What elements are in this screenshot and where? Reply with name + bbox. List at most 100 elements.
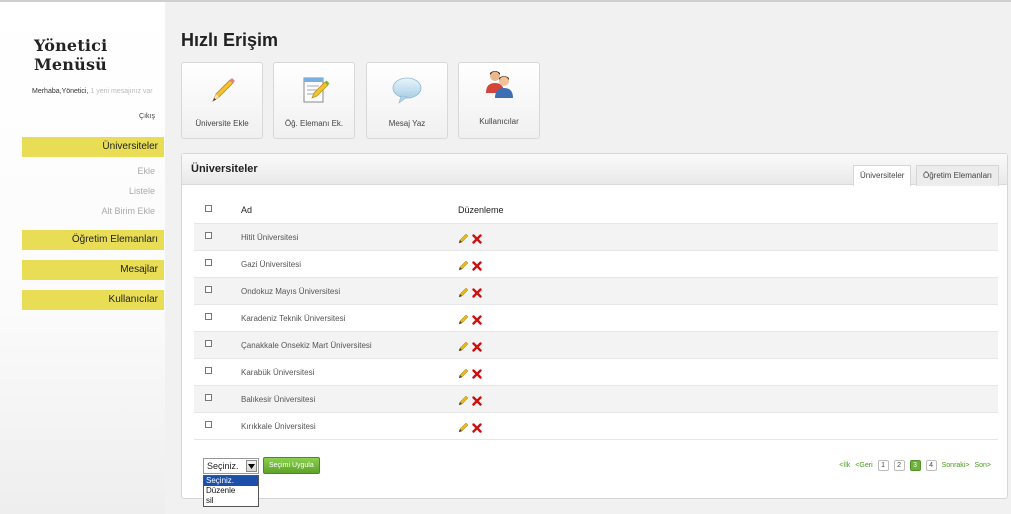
table-row: Karabük Üniversitesi bbox=[194, 359, 998, 386]
edit-icon[interactable] bbox=[458, 231, 469, 249]
edit-icon[interactable] bbox=[458, 366, 469, 384]
university-name: Karadeniz Teknik Üniversitesi bbox=[241, 314, 346, 323]
row-actions bbox=[458, 231, 482, 249]
add-instructor-label: Öğ. Elemanı Ek. bbox=[284, 119, 344, 128]
chevron-down-icon[interactable] bbox=[246, 460, 257, 472]
delete-icon[interactable] bbox=[472, 366, 482, 384]
submenu-add-subunit[interactable]: Alt Birim Ekle bbox=[101, 206, 155, 216]
row-checkbox[interactable] bbox=[205, 367, 212, 374]
edit-icon[interactable] bbox=[458, 420, 469, 438]
welcome-message-count[interactable]: 1 yeni mesajınız var bbox=[90, 88, 152, 95]
universities-table: Ad Düzenleme Hitit Üniversitesi Gazi Üniv… bbox=[194, 197, 998, 440]
users-icon bbox=[459, 67, 539, 101]
university-name: Ondokuz Mayıs Üniversitesi bbox=[241, 287, 341, 296]
page-4[interactable]: 4 bbox=[925, 460, 937, 471]
pagination: <İlk <Geri 1 2 3 4 Sonraki> Son> bbox=[839, 460, 991, 471]
welcome-text: Merhaba,Yönetici, 1 yeni mesajınız var bbox=[32, 88, 153, 95]
row-checkbox[interactable] bbox=[205, 340, 212, 347]
delete-icon[interactable] bbox=[472, 231, 482, 249]
edit-icon[interactable] bbox=[458, 393, 469, 411]
users-label: Kullanıcılar bbox=[479, 117, 519, 126]
write-message-button[interactable]: Mesaj Yaz bbox=[366, 62, 448, 139]
universities-panel: Üniversiteler Üniversiteler Öğretim Elem… bbox=[181, 153, 1008, 507]
menu-universities[interactable]: Üniversiteler bbox=[22, 137, 164, 157]
tab-instructors[interactable]: Öğretim Elemanları bbox=[916, 165, 999, 186]
sidebar-title: Yönetici Menüsü bbox=[34, 36, 108, 74]
add-instructor-button[interactable]: Öğ. Elemanı Ek. bbox=[273, 62, 355, 139]
row-actions bbox=[458, 420, 482, 438]
panel-header: Üniversiteler Üniversiteler Öğretim Elem… bbox=[182, 154, 1007, 186]
table-row: Hitit Üniversitesi bbox=[194, 224, 998, 251]
write-message-label: Mesaj Yaz bbox=[388, 119, 426, 128]
option-edit[interactable]: Düzenle bbox=[204, 486, 258, 496]
delete-icon[interactable] bbox=[472, 393, 482, 411]
page-1[interactable]: 1 bbox=[877, 460, 889, 471]
edit-icon[interactable] bbox=[458, 285, 469, 303]
page-prev[interactable]: <Geri bbox=[855, 462, 872, 469]
edit-icon[interactable] bbox=[458, 339, 469, 357]
pencil-icon bbox=[182, 73, 262, 107]
table-row: Çanakkale Onsekiz Mart Üniversitesi bbox=[194, 332, 998, 359]
bulk-action-select[interactable]: Seçiniz. bbox=[203, 458, 259, 474]
edit-icon[interactable] bbox=[458, 258, 469, 276]
table-row: Kırıkkale Üniversitesi bbox=[194, 413, 998, 440]
row-checkbox[interactable] bbox=[205, 394, 212, 401]
menu-instructors[interactable]: Öğretim Elemanları bbox=[22, 230, 164, 250]
apply-selection-button[interactable]: Seçimi Uygula bbox=[263, 457, 320, 474]
row-actions bbox=[458, 393, 482, 411]
university-name: Karabük Üniversitesi bbox=[241, 368, 315, 377]
row-checkbox[interactable] bbox=[205, 421, 212, 428]
delete-icon[interactable] bbox=[472, 339, 482, 357]
delete-icon[interactable] bbox=[472, 285, 482, 303]
submenu-add[interactable]: Ekle bbox=[137, 166, 155, 176]
page-2[interactable]: 2 bbox=[893, 460, 905, 471]
bulk-action-selected: Seçiniz. bbox=[207, 461, 239, 471]
row-actions bbox=[458, 285, 482, 303]
welcome-user: Merhaba,Yönetici, bbox=[32, 88, 89, 95]
row-checkbox[interactable] bbox=[205, 232, 212, 239]
table-row: Gazi Üniversitesi bbox=[194, 251, 998, 278]
page-first[interactable]: <İlk bbox=[839, 462, 850, 469]
table-body: Hitit Üniversitesi Gazi Üniversitesi Ondok… bbox=[194, 224, 998, 440]
page-3[interactable]: 3 bbox=[909, 460, 921, 471]
delete-icon[interactable] bbox=[472, 258, 482, 276]
table-row: Balıkesir Üniversitesi bbox=[194, 386, 998, 413]
row-checkbox[interactable] bbox=[205, 313, 212, 320]
row-actions bbox=[458, 258, 482, 276]
menu-messages[interactable]: Mesajlar bbox=[22, 260, 164, 280]
row-checkbox[interactable] bbox=[205, 259, 212, 266]
page-last[interactable]: Son> bbox=[974, 462, 991, 469]
university-name: Gazi Üniversitesi bbox=[241, 260, 302, 269]
add-university-label: Üniversite Ekle bbox=[195, 119, 249, 128]
menu-users[interactable]: Kullanıcılar bbox=[22, 290, 164, 310]
panel-title: Üniversiteler bbox=[191, 163, 258, 175]
delete-icon[interactable] bbox=[472, 312, 482, 330]
logout-link[interactable]: Çıkış bbox=[139, 113, 155, 120]
submenu-list[interactable]: Listele bbox=[129, 186, 155, 196]
row-actions bbox=[458, 312, 482, 330]
university-name: Hitit Üniversitesi bbox=[241, 233, 299, 242]
delete-icon[interactable] bbox=[472, 420, 482, 438]
row-checkbox[interactable] bbox=[205, 286, 212, 293]
table-header-row: Ad Düzenleme bbox=[194, 197, 998, 224]
option-select[interactable]: Seçiniz. bbox=[204, 476, 258, 486]
speech-bubble-icon bbox=[367, 73, 447, 107]
add-university-button[interactable]: Üniversite Ekle bbox=[181, 62, 263, 139]
sidebar: Yönetici Menüsü Merhaba,Yönetici, 1 yeni… bbox=[0, 2, 165, 514]
table-row: Ondokuz Mayıs Üniversitesi bbox=[194, 278, 998, 305]
column-header-name: Ad bbox=[241, 205, 253, 215]
page-next[interactable]: Sonraki> bbox=[942, 462, 970, 469]
notepad-edit-icon bbox=[274, 73, 354, 107]
university-name: Kırıkkale Üniversitesi bbox=[241, 422, 316, 431]
bulk-action-options: Seçiniz. Düzenle sil bbox=[203, 475, 259, 507]
option-delete[interactable]: sil bbox=[204, 496, 258, 506]
table-row: Karadeniz Teknik Üniversitesi bbox=[194, 305, 998, 332]
tab-universities[interactable]: Üniversiteler bbox=[853, 165, 912, 186]
column-header-edit: Düzenleme bbox=[458, 205, 504, 215]
edit-icon[interactable] bbox=[458, 312, 469, 330]
select-all-checkbox[interactable] bbox=[205, 205, 212, 212]
users-button[interactable]: Kullanıcılar bbox=[458, 62, 540, 139]
row-actions bbox=[458, 339, 482, 357]
row-actions bbox=[458, 366, 482, 384]
page-title: Hızlı Erişim bbox=[181, 30, 279, 50]
